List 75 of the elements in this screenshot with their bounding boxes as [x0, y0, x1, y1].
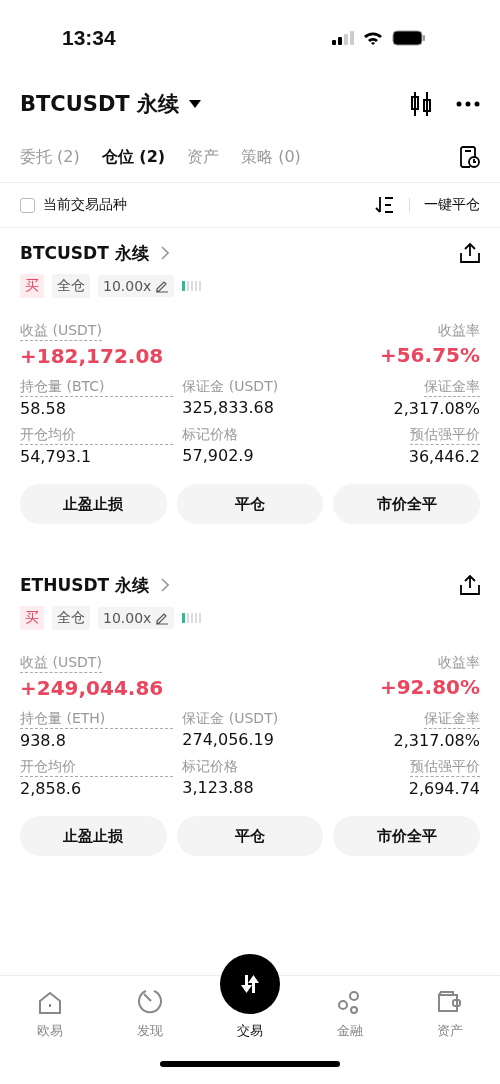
margin-mode-tag: 全仓	[52, 274, 90, 298]
field-value: 274,056.19	[182, 730, 275, 749]
action-button[interactable]: 止盈止损	[20, 816, 167, 856]
field-label: 保证金 (USDT)	[182, 710, 280, 728]
field-value: 325,833.68	[182, 398, 275, 417]
caret-icon	[189, 100, 201, 108]
field-value: 57,902.9	[182, 446, 255, 465]
position-symbol[interactable]: BTCUSDT 永续	[20, 241, 149, 265]
signal-icon	[332, 31, 354, 45]
field-value: 938.8	[20, 731, 67, 750]
field-label: 保证金 (USDT)	[182, 378, 280, 396]
field-value: 2,317.08%	[393, 731, 480, 750]
action-button[interactable]: 市价全平	[333, 484, 480, 524]
nav-item[interactable]: 发现	[100, 976, 200, 1044]
action-button[interactable]: 止盈止损	[20, 484, 167, 524]
pnl-value: +249,044.86	[20, 676, 164, 700]
field-value: 54,793.1	[20, 447, 93, 466]
field-label: 标记价格	[182, 758, 240, 776]
margin-mode-tag: 全仓	[52, 606, 90, 630]
side-tag: 买	[20, 274, 44, 298]
pnl-label: 收益 (USDT)	[20, 654, 102, 673]
field-value: 2,694.74	[408, 779, 480, 798]
field-value: 2,317.08%	[393, 399, 480, 418]
field-label: 预估强平价	[410, 758, 480, 777]
checkbox-label: 当前交易品种	[43, 196, 127, 214]
leverage-button[interactable]: 10.00x	[98, 607, 175, 629]
history-icon[interactable]	[460, 145, 480, 169]
field-value: 3,123.88	[182, 778, 255, 797]
field-label: 预估强平价	[410, 426, 480, 445]
side-tag: 买	[20, 606, 44, 630]
pnl-rate-value: +56.75%	[379, 343, 480, 367]
nav-item[interactable]: 交易	[200, 946, 300, 1044]
pnl-rate-value: +92.80%	[379, 675, 480, 699]
nav-item[interactable]: 欧易	[0, 976, 100, 1044]
more-icon[interactable]	[456, 101, 480, 107]
risk-meter	[182, 281, 202, 291]
pnl-rate-label: 收益率	[438, 322, 480, 340]
field-value: 2,858.6	[20, 779, 83, 798]
symbol-dropdown[interactable]: BTCUSDT 永续	[20, 90, 201, 118]
pnl-value: +182,172.08	[20, 344, 164, 368]
checkbox[interactable]	[20, 197, 35, 213]
field-label: 持仓量 (ETH)	[20, 710, 174, 729]
field-value: 36,446.2	[408, 447, 480, 466]
field-label: 开仓均价	[20, 758, 174, 777]
wifi-icon	[363, 31, 383, 45]
close-all-button[interactable]: 一键平仓	[424, 196, 480, 214]
risk-meter	[182, 613, 202, 623]
status-time: 13:34	[62, 26, 116, 50]
candlestick-icon[interactable]	[410, 91, 432, 117]
pencil-icon	[155, 611, 170, 625]
chevron-right-icon[interactable]	[161, 578, 170, 592]
chevron-right-icon[interactable]	[160, 246, 169, 260]
field-label: 保证金率	[424, 710, 480, 729]
position-symbol[interactable]: ETHUSDT 永续	[20, 573, 150, 597]
field-label: 开仓均价	[20, 426, 174, 445]
battery-icon	[392, 30, 426, 46]
dial-icon	[136, 988, 164, 1016]
action-button[interactable]: 平仓	[176, 816, 324, 856]
nav-item[interactable]: 资产	[400, 976, 500, 1044]
field-label: 持仓量 (BTC)	[20, 378, 174, 397]
action-button[interactable]: 市价全平	[333, 816, 480, 856]
field-label: 标记价格	[182, 426, 240, 444]
nav-item[interactable]: 金融	[300, 976, 400, 1044]
share-icon[interactable]	[460, 574, 480, 596]
home-icon	[37, 990, 63, 1016]
field-value: 58.58	[20, 399, 67, 418]
tab[interactable]: 仓位 (2)	[101, 146, 166, 168]
pnl-label: 收益 (USDT)	[20, 322, 102, 341]
pencil-icon	[155, 279, 170, 293]
field-label: 保证金率	[424, 378, 480, 397]
pnl-rate-label: 收益率	[438, 654, 480, 672]
action-button[interactable]: 平仓	[176, 484, 324, 524]
share-icon[interactable]	[460, 242, 480, 264]
leverage-button[interactable]: 10.00x	[98, 275, 175, 297]
sort-icon[interactable]	[375, 196, 395, 214]
